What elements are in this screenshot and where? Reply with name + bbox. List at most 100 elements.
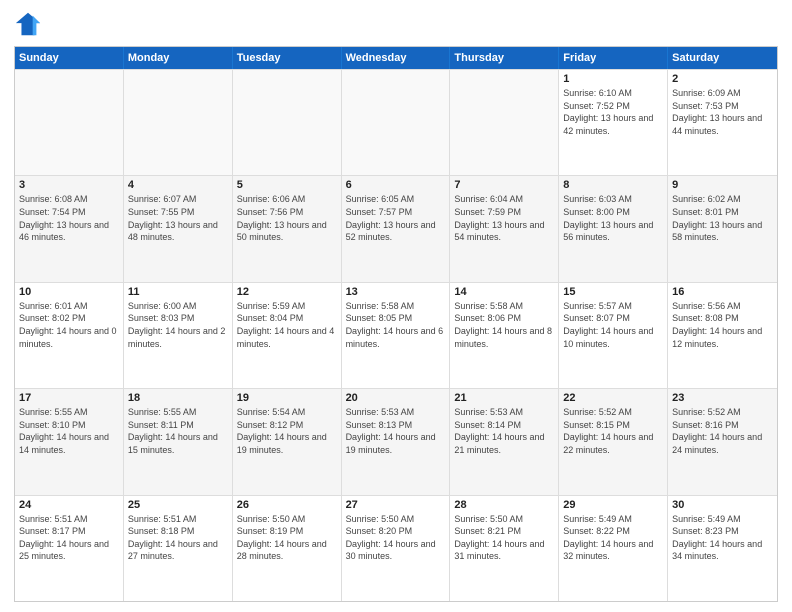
day-info: Sunrise: 5:50 AMSunset: 8:19 PMDaylight:… [237, 513, 337, 563]
day-info: Sunrise: 5:55 AMSunset: 8:11 PMDaylight:… [128, 406, 228, 456]
day-number: 2 [672, 73, 773, 85]
day-info: Sunrise: 6:04 AMSunset: 7:59 PMDaylight:… [454, 193, 554, 243]
day-number: 29 [563, 499, 663, 511]
calendar-cell: 1 Sunrise: 6:10 AMSunset: 7:52 PMDaylight… [559, 70, 668, 175]
day-info: Sunrise: 5:49 AMSunset: 8:23 PMDaylight:… [672, 513, 773, 563]
day-number: 11 [128, 286, 228, 298]
day-number: 19 [237, 392, 337, 404]
calendar-cell: 17 Sunrise: 5:55 AMSunset: 8:10 PMDayligh… [15, 389, 124, 494]
day-info: Sunrise: 6:01 AMSunset: 8:02 PMDaylight:… [19, 300, 119, 350]
day-number: 8 [563, 179, 663, 191]
calendar-cell: 29 Sunrise: 5:49 AMSunset: 8:22 PMDayligh… [559, 496, 668, 601]
day-number: 23 [672, 392, 773, 404]
calendar-week-5: 24Sunrise: 5:51 AMSunset: 8:17 PMDayligh… [15, 495, 777, 601]
calendar-cell: 6 Sunrise: 6:05 AMSunset: 7:57 PMDaylight… [342, 176, 451, 281]
calendar-cell [15, 70, 124, 175]
day-number: 16 [672, 286, 773, 298]
calendar-cell: 30 Sunrise: 5:49 AMSunset: 8:23 PMDayligh… [668, 496, 777, 601]
calendar-cell: 15 Sunrise: 5:57 AMSunset: 8:07 PMDayligh… [559, 283, 668, 388]
calendar-cell: 27 Sunrise: 5:50 AMSunset: 8:20 PMDayligh… [342, 496, 451, 601]
calendar-cell [450, 70, 559, 175]
calendar-cell: 25 Sunrise: 5:51 AMSunset: 8:18 PMDayligh… [124, 496, 233, 601]
day-info: Sunrise: 5:58 AMSunset: 8:05 PMDaylight:… [346, 300, 446, 350]
day-number: 13 [346, 286, 446, 298]
day-number: 15 [563, 286, 663, 298]
day-info: Sunrise: 5:59 AMSunset: 8:04 PMDaylight:… [237, 300, 337, 350]
day-info: Sunrise: 5:50 AMSunset: 8:20 PMDaylight:… [346, 513, 446, 563]
calendar-cell: 26 Sunrise: 5:50 AMSunset: 8:19 PMDayligh… [233, 496, 342, 601]
header-day-wednesday: Wednesday [342, 47, 451, 69]
day-info: Sunrise: 5:53 AMSunset: 8:13 PMDaylight:… [346, 406, 446, 456]
day-number: 14 [454, 286, 554, 298]
calendar-cell: 28 Sunrise: 5:50 AMSunset: 8:21 PMDayligh… [450, 496, 559, 601]
day-number: 17 [19, 392, 119, 404]
day-info: Sunrise: 5:54 AMSunset: 8:12 PMDaylight:… [237, 406, 337, 456]
day-info: Sunrise: 6:09 AMSunset: 7:53 PMDaylight:… [672, 87, 773, 137]
day-number: 28 [454, 499, 554, 511]
calendar-cell: 21 Sunrise: 5:53 AMSunset: 8:14 PMDayligh… [450, 389, 559, 494]
calendar-cell [124, 70, 233, 175]
day-info: Sunrise: 5:52 AMSunset: 8:15 PMDaylight:… [563, 406, 663, 456]
logo-icon [14, 10, 42, 38]
day-info: Sunrise: 5:56 AMSunset: 8:08 PMDaylight:… [672, 300, 773, 350]
calendar-body: 1 Sunrise: 6:10 AMSunset: 7:52 PMDaylight… [15, 69, 777, 601]
day-info: Sunrise: 6:05 AMSunset: 7:57 PMDaylight:… [346, 193, 446, 243]
calendar-cell: 10 Sunrise: 6:01 AMSunset: 8:02 PMDayligh… [15, 283, 124, 388]
page: SundayMondayTuesdayWednesdayThursdayFrid… [0, 0, 792, 612]
day-number: 22 [563, 392, 663, 404]
calendar-cell: 12Sunrise: 5:59 AMSunset: 8:04 PMDayligh… [233, 283, 342, 388]
calendar-cell: 23 Sunrise: 5:52 AMSunset: 8:16 PMDayligh… [668, 389, 777, 494]
calendar-week-2: 3 Sunrise: 6:08 AMSunset: 7:54 PMDaylight… [15, 175, 777, 281]
day-number: 7 [454, 179, 554, 191]
header [14, 10, 778, 38]
calendar-cell: 8Sunrise: 6:03 AMSunset: 8:00 PMDaylight… [559, 176, 668, 281]
day-number: 10 [19, 286, 119, 298]
day-number: 21 [454, 392, 554, 404]
calendar-header: SundayMondayTuesdayWednesdayThursdayFrid… [15, 47, 777, 69]
calendar-cell: 19 Sunrise: 5:54 AMSunset: 8:12 PMDayligh… [233, 389, 342, 494]
calendar-cell [342, 70, 451, 175]
day-number: 5 [237, 179, 337, 191]
day-number: 26 [237, 499, 337, 511]
day-number: 24 [19, 499, 119, 511]
calendar-cell: 20 Sunrise: 5:53 AMSunset: 8:13 PMDayligh… [342, 389, 451, 494]
day-number: 3 [19, 179, 119, 191]
day-info: Sunrise: 6:06 AMSunset: 7:56 PMDaylight:… [237, 193, 337, 243]
day-info: Sunrise: 6:00 AMSunset: 8:03 PMDaylight:… [128, 300, 228, 350]
calendar-cell: 18 Sunrise: 5:55 AMSunset: 8:11 PMDayligh… [124, 389, 233, 494]
day-number: 18 [128, 392, 228, 404]
day-info: Sunrise: 5:51 AMSunset: 8:18 PMDaylight:… [128, 513, 228, 563]
day-number: 9 [672, 179, 773, 191]
day-number: 30 [672, 499, 773, 511]
calendar: SundayMondayTuesdayWednesdayThursdayFrid… [14, 46, 778, 602]
calendar-cell: 7 Sunrise: 6:04 AMSunset: 7:59 PMDaylight… [450, 176, 559, 281]
header-day-sunday: Sunday [15, 47, 124, 69]
day-info: Sunrise: 5:52 AMSunset: 8:16 PMDaylight:… [672, 406, 773, 456]
calendar-cell: 9 Sunrise: 6:02 AMSunset: 8:01 PMDaylight… [668, 176, 777, 281]
calendar-cell: 13 Sunrise: 5:58 AMSunset: 8:05 PMDayligh… [342, 283, 451, 388]
day-info: Sunrise: 5:53 AMSunset: 8:14 PMDaylight:… [454, 406, 554, 456]
day-info: Sunrise: 5:50 AMSunset: 8:21 PMDaylight:… [454, 513, 554, 563]
calendar-cell: 5 Sunrise: 6:06 AMSunset: 7:56 PMDaylight… [233, 176, 342, 281]
day-info: Sunrise: 5:55 AMSunset: 8:10 PMDaylight:… [19, 406, 119, 456]
day-info: Sunrise: 5:57 AMSunset: 8:07 PMDaylight:… [563, 300, 663, 350]
day-number: 25 [128, 499, 228, 511]
day-number: 1 [563, 73, 663, 85]
header-day-saturday: Saturday [668, 47, 777, 69]
calendar-cell: 14Sunrise: 5:58 AMSunset: 8:06 PMDayligh… [450, 283, 559, 388]
calendar-cell [233, 70, 342, 175]
calendar-cell: 22 Sunrise: 5:52 AMSunset: 8:15 PMDayligh… [559, 389, 668, 494]
day-info: Sunrise: 6:08 AMSunset: 7:54 PMDaylight:… [19, 193, 119, 243]
day-info: Sunrise: 5:49 AMSunset: 8:22 PMDaylight:… [563, 513, 663, 563]
header-day-monday: Monday [124, 47, 233, 69]
calendar-week-4: 17 Sunrise: 5:55 AMSunset: 8:10 PMDayligh… [15, 388, 777, 494]
day-number: 4 [128, 179, 228, 191]
day-info: Sunrise: 6:10 AMSunset: 7:52 PMDaylight:… [563, 87, 663, 137]
calendar-cell: 2 Sunrise: 6:09 AMSunset: 7:53 PMDaylight… [668, 70, 777, 175]
day-number: 20 [346, 392, 446, 404]
day-number: 27 [346, 499, 446, 511]
day-number: 6 [346, 179, 446, 191]
day-info: Sunrise: 6:02 AMSunset: 8:01 PMDaylight:… [672, 193, 773, 243]
header-day-friday: Friday [559, 47, 668, 69]
calendar-week-3: 10 Sunrise: 6:01 AMSunset: 8:02 PMDayligh… [15, 282, 777, 388]
